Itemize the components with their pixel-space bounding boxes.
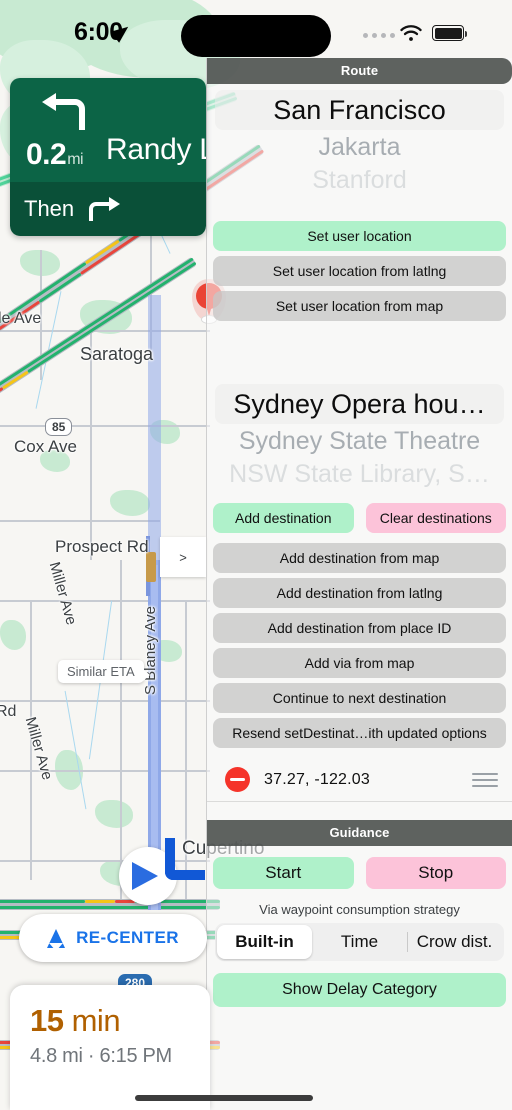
segment-time[interactable]: Time bbox=[312, 925, 407, 959]
map-shield-85: 85 bbox=[45, 418, 73, 436]
then-label: Then bbox=[24, 196, 75, 221]
picker-selected-value[interactable]: Sydney Opera hou… bbox=[215, 384, 504, 424]
recenter-button[interactable]: RE-CENTER bbox=[19, 914, 207, 962]
maneuver-street-name: Randy Ln bbox=[106, 133, 206, 166]
side-control-panel[interactable]: Route San Francisco Jakarta Stanford Set… bbox=[206, 58, 512, 1110]
picker-third-value[interactable]: Stanford bbox=[207, 164, 512, 196]
picker-next-value[interactable]: Jakarta bbox=[207, 130, 512, 164]
eta-duration-unit: min bbox=[71, 1003, 121, 1038]
segment-built-in[interactable]: Built-in bbox=[217, 925, 312, 959]
dynamic-island bbox=[181, 15, 331, 57]
destination-picker-1[interactable]: Sydney Opera hou… Sydney State Theatre N… bbox=[207, 378, 512, 492]
reorder-handle-icon[interactable] bbox=[472, 772, 498, 787]
navigation-current-maneuver: 0.2mi Randy Ln bbox=[10, 78, 206, 182]
section-header-guidance: Guidance bbox=[207, 820, 512, 846]
eta-duration: 15 min bbox=[30, 1003, 190, 1039]
add-via-from-map-button[interactable]: Add via from map bbox=[213, 648, 506, 678]
map-label-saratoga: Saratoga bbox=[80, 344, 154, 364]
picker-third-value[interactable]: NSW State Library, S… bbox=[207, 458, 512, 490]
route-alternative-chevron[interactable]: > bbox=[160, 537, 206, 577]
map-label-prospect-rd: Prospect Rd bbox=[55, 537, 149, 556]
set-user-location-map-button[interactable]: Set user location from map bbox=[213, 291, 506, 321]
continue-to-next-destination-button[interactable]: Continue to next destination bbox=[213, 683, 506, 713]
set-user-location-latlng-button[interactable]: Set user location from latlng bbox=[213, 256, 506, 286]
map-label-cox-ave: Cox Ave bbox=[14, 437, 78, 456]
segment-crow-dist[interactable]: Crow dist. bbox=[407, 925, 502, 959]
status-bar: 6:00 bbox=[0, 0, 512, 58]
guidance-action-row: Start Stop bbox=[207, 852, 512, 894]
via-waypoint-strategy-label: Via waypoint consumption strategy bbox=[259, 902, 460, 917]
turn-left-icon bbox=[42, 93, 85, 130]
recenter-arrow-icon bbox=[47, 928, 66, 951]
remove-circle-icon[interactable] bbox=[225, 767, 250, 792]
add-destination-button[interactable]: Add destination bbox=[213, 503, 354, 533]
picker-selected-value[interactable]: San Francisco bbox=[215, 90, 504, 130]
start-guidance-button[interactable]: Start bbox=[213, 857, 354, 889]
section-header-route: Route bbox=[207, 58, 512, 84]
phone-screen: 85 280 Fruitv le Ave Saratoga Cox Ave Pr… bbox=[0, 0, 512, 1110]
add-destination-from-latlng-button[interactable]: Add destination from latlng bbox=[213, 578, 506, 608]
eta-card[interactable]: 15 min 4.8 mi · 6:15 PM bbox=[10, 985, 210, 1110]
wifi-icon bbox=[400, 25, 422, 41]
stop-guidance-button[interactable]: Stop bbox=[365, 857, 506, 889]
navigation-next-maneuver: Then bbox=[10, 182, 206, 236]
add-destination-from-place-id-button[interactable]: Add destination from place ID bbox=[213, 613, 506, 643]
route-picker-1[interactable]: San Francisco Jakarta Stanford bbox=[207, 84, 512, 198]
cellular-dots-icon bbox=[363, 33, 395, 38]
eta-details: 4.8 mi · 6:15 PM bbox=[30, 1045, 172, 1067]
clear-destinations-button[interactable]: Clear destinations bbox=[365, 503, 506, 533]
destination-action-row: Add destination Clear destinations bbox=[207, 498, 512, 538]
maneuver-distance: 0.2mi bbox=[26, 138, 84, 172]
turn-right-icon bbox=[89, 197, 121, 221]
map-label-s-blaney-ave: S Blaney Ave bbox=[142, 606, 159, 695]
picker-next-value[interactable]: Sydney State Theatre bbox=[207, 424, 512, 458]
home-indicator[interactable] bbox=[135, 1095, 313, 1101]
set-user-location-button[interactable]: Set user location bbox=[213, 221, 506, 251]
add-destination-from-map-button[interactable]: Add destination from map bbox=[213, 543, 506, 573]
map-label-le-ave: le Ave bbox=[0, 310, 42, 327]
similar-eta-bubble[interactable]: Similar ETA bbox=[58, 660, 150, 683]
coordinate-value: 37.27, -122.03 bbox=[264, 770, 370, 788]
resend-set-destination-button[interactable]: Resend setDestinat…ith updated options bbox=[213, 718, 506, 748]
recenter-label: RE-CENTER bbox=[76, 928, 179, 947]
battery-full-icon bbox=[432, 25, 467, 41]
map-label-rd: Rd bbox=[0, 703, 17, 720]
distance-unit: mi bbox=[67, 151, 84, 168]
eta-duration-value: 15 bbox=[30, 1003, 64, 1038]
map-label-miller-ave-1: Miller Ave bbox=[45, 560, 80, 627]
show-delay-category-button[interactable]: Show Delay Category bbox=[213, 973, 506, 1007]
map-label-miller-ave-2: Miller Ave bbox=[21, 715, 56, 782]
destination-coordinate-row: 37.27, -122.03 bbox=[207, 758, 512, 802]
via-waypoint-strategy-segmented-control[interactable]: Built-in Time Crow dist. bbox=[215, 923, 504, 961]
distance-value: 0.2 bbox=[26, 138, 67, 171]
navigation-maneuver-banner: 0.2mi Randy Ln Then bbox=[10, 78, 206, 236]
